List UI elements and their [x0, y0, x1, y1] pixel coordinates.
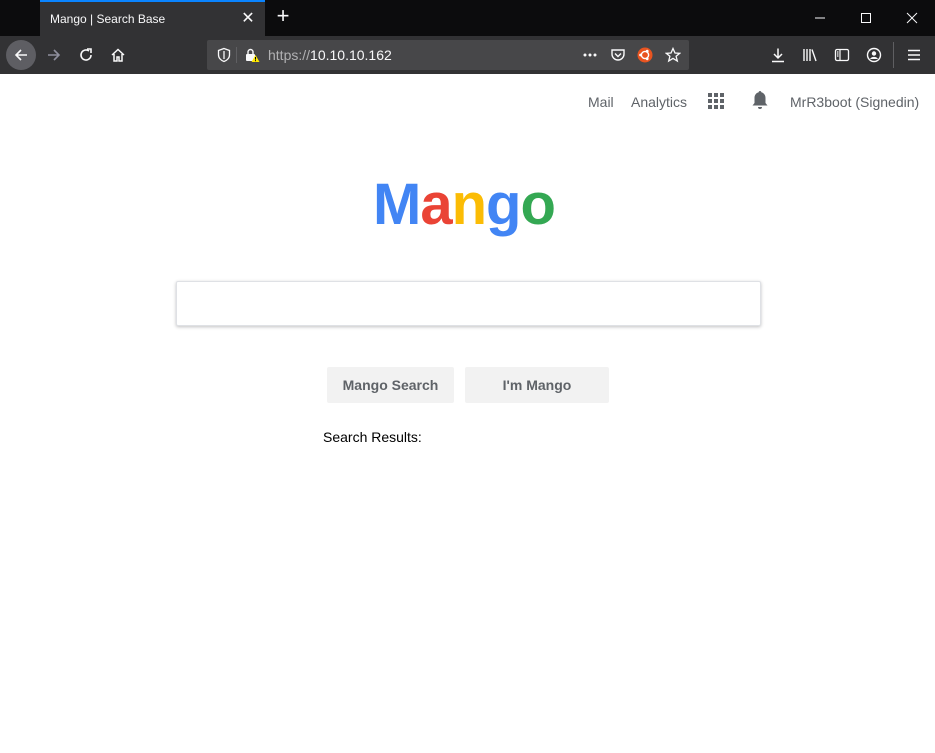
browser-tab[interactable]: Mango | Search Base ✕ [40, 0, 265, 36]
menu-button[interactable] [900, 41, 928, 69]
minimize-window-button[interactable] [797, 0, 843, 36]
pocket-icon[interactable] [610, 47, 626, 63]
logo-letter: g [486, 172, 521, 237]
sidebar-icon [834, 48, 850, 62]
library-icon [803, 49, 817, 62]
home-icon [111, 48, 125, 62]
maximize-window-button[interactable] [843, 0, 889, 36]
navigation-toolbar: https://10.10.10.162 [0, 36, 935, 74]
search-results-label: Search Results: [323, 429, 422, 445]
web-page: Mail Analytics MrR3boot (Signedin) Mango… [1, 74, 934, 752]
notification-bell-icon[interactable] [751, 90, 769, 110]
download-icon [772, 48, 784, 63]
url-separator [236, 47, 237, 63]
minimize-icon [815, 17, 825, 19]
close-icon [906, 12, 918, 24]
tab-close-icon[interactable]: ✕ [239, 8, 257, 28]
new-tab-plus-icon[interactable]: + [272, 4, 294, 28]
arrow-left-icon [14, 49, 27, 61]
insecure-lock-warning-icon[interactable] [244, 47, 260, 63]
sidebar-button[interactable] [828, 41, 856, 69]
analytics-link[interactable]: Analytics [631, 94, 687, 110]
account-button[interactable] [860, 41, 888, 69]
mail-link[interactable]: Mail [588, 94, 614, 110]
tab-title: Mango | Search Base [50, 12, 166, 26]
maximize-icon [861, 13, 871, 23]
logo-letter: a [420, 172, 452, 237]
mango-logo: Mango [373, 170, 556, 240]
toolbar-separator [893, 42, 894, 68]
user-signed-in-label[interactable]: MrR3boot (Signedin) [790, 94, 919, 110]
logo-letter: n [451, 172, 487, 237]
tracking-shield-icon[interactable] [216, 47, 232, 63]
bookmark-star-icon[interactable] [665, 47, 681, 63]
forward-button[interactable] [40, 41, 68, 69]
url-text[interactable]: https://10.10.10.162 [268, 47, 392, 63]
tab-bar: Mango | Search Base ✕ + [0, 0, 935, 36]
url-host: 10.10.10.162 [310, 47, 392, 63]
logo-letter: o [520, 172, 555, 237]
back-button[interactable] [6, 40, 36, 70]
address-bar[interactable]: https://10.10.10.162 [207, 40, 689, 70]
ubuntu-extension-icon[interactable] [637, 47, 653, 63]
logo-letter: M [373, 172, 421, 237]
page-actions-ellipsis-icon[interactable] [582, 47, 598, 63]
url-scheme: https:// [268, 47, 311, 63]
close-window-button[interactable] [889, 0, 935, 36]
mango-search-button[interactable]: Mango Search [327, 367, 454, 403]
home-button[interactable] [104, 41, 132, 69]
reload-icon [80, 48, 92, 61]
library-button[interactable] [796, 41, 824, 69]
apps-grid-icon[interactable] [708, 93, 724, 109]
im-mango-button[interactable]: I'm Mango [465, 367, 609, 403]
account-icon [866, 47, 882, 63]
reload-button[interactable] [72, 41, 100, 69]
downloads-button[interactable] [764, 41, 792, 69]
hamburger-menu-icon [908, 49, 920, 61]
arrow-right-icon [48, 49, 61, 61]
search-input[interactable] [176, 281, 761, 326]
